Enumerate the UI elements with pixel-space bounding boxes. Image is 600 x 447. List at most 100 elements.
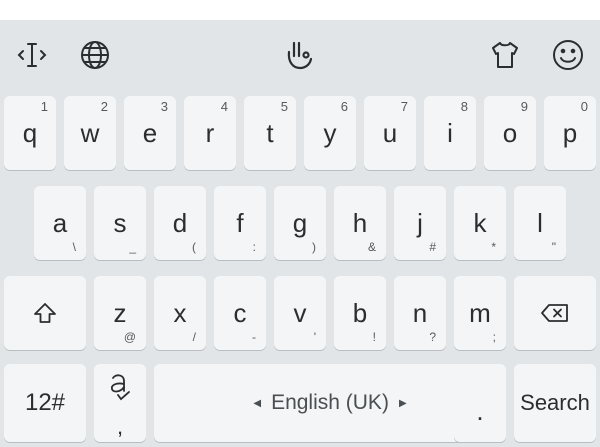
key-label: b [352,298,368,328]
key-label: t [266,118,274,148]
key-hint: 9 [520,99,528,114]
key-label: e [142,118,158,148]
key-label: d [172,208,188,238]
key-label: c [233,298,247,328]
key-label: k [473,208,487,238]
key-t[interactable]: 5t [244,96,296,170]
key-label: f [236,208,244,238]
key-label: z [113,298,127,328]
key-hint: 6 [340,99,348,114]
space-language-label: English (UK) [271,391,389,414]
numbers-key-label: 12# [24,389,66,416]
keyboard: 1q 2w 3e 4r 5t 6y 7u 8i 9o 0p a \ s _ d( f… [0,20,600,447]
key-label: o [502,118,518,148]
key-label: u [382,118,398,148]
swipe-gesture-icon[interactable] [282,37,318,73]
key-label: x [173,298,187,328]
key-hint: 4 [220,99,228,114]
key-symbol: ( [192,240,196,254]
language-prev-icon: ◀ [253,398,262,409]
key-hint: 1 [40,99,48,114]
key-label: j [417,208,423,238]
key-symbol: _ [129,240,136,254]
shift-arrow-icon [34,303,56,323]
key-j[interactable]: j # [394,186,446,260]
key-label: y [323,118,337,148]
language-next-icon: ▶ [398,398,407,409]
backspace-key[interactable] [514,276,596,350]
key-s[interactable]: s _ [94,186,146,260]
theme-shirt-icon[interactable] [487,37,523,73]
key-symbol: * [491,240,496,254]
key-hint: 8 [460,99,468,114]
key-hint: 7 [400,99,408,114]
key-g[interactable]: g) [274,186,326,260]
globe-icon[interactable] [77,37,113,73]
key-m[interactable]: m; [454,276,506,350]
key-symbol: # [429,240,436,254]
key-symbol: ) [312,240,316,254]
key-symbol: \ [72,240,76,254]
key-symbol: ' [313,330,316,344]
key-label: a [52,208,68,238]
numbers-key[interactable]: 12# [4,364,86,442]
key-label: m [469,298,491,328]
autocorrect-icon [110,374,130,401]
key-symbol: / [192,330,196,344]
key-q[interactable]: 1q [4,96,56,170]
keyboard-toolbar [0,20,600,90]
key-l[interactable]: l " [514,186,566,260]
key-symbol: ? [429,330,436,344]
key-u[interactable]: 7u [364,96,416,170]
key-e[interactable]: 3e [124,96,176,170]
search-action-label: Search [520,390,590,415]
key-i[interactable]: 8i [424,96,476,170]
key-r[interactable]: 4r [184,96,236,170]
shift-key[interactable] [4,276,86,350]
key-d[interactable]: d( [154,186,206,260]
key-label: v [293,298,307,328]
autocorrect-comma-key[interactable]: , [94,364,146,442]
comma-label: , [116,414,124,439]
key-y[interactable]: 6y [304,96,356,170]
key-hint: 2 [100,99,108,114]
key-label: q [22,118,38,148]
key-symbol: - [252,330,256,344]
key-w[interactable]: 2w [64,96,116,170]
key-n[interactable]: n? [394,276,446,350]
key-f[interactable]: f: [214,186,266,260]
key-label: r [205,118,215,148]
key-label: i [447,118,453,148]
key-x[interactable]: x / [154,276,206,350]
key-a[interactable]: a \ [34,186,86,260]
key-hint: 3 [160,99,168,114]
key-label: g [292,208,308,238]
key-label: w [80,118,100,148]
cursor-edit-icon[interactable] [14,37,50,73]
backspace-icon [541,304,568,322]
key-o[interactable]: 9o [484,96,536,170]
key-symbol: ! [372,330,376,344]
emoji-smiley-icon[interactable] [550,37,586,73]
key-label: l [537,208,543,238]
key-c[interactable]: c- [214,276,266,350]
key-symbol: @ [123,330,136,344]
key-symbol: & [367,240,376,254]
key-hint: 5 [280,99,288,114]
key-label: h [352,208,368,238]
key-h[interactable]: h & [334,186,386,260]
period-label: . [476,395,484,426]
key-label: p [562,118,578,148]
period-key[interactable]: . [454,364,506,442]
search-action-key[interactable]: Search [514,364,596,442]
key-v[interactable]: v ' [274,276,326,350]
key-b[interactable]: b! [334,276,386,350]
key-p[interactable]: 0p [544,96,596,170]
key-hint: 0 [580,99,588,114]
key-symbol: : [252,240,256,254]
key-k[interactable]: k * [454,186,506,260]
key-z[interactable]: z @ [94,276,146,350]
key-symbol: " [551,240,556,254]
key-label: s [113,208,127,238]
key-label: n [412,298,428,328]
